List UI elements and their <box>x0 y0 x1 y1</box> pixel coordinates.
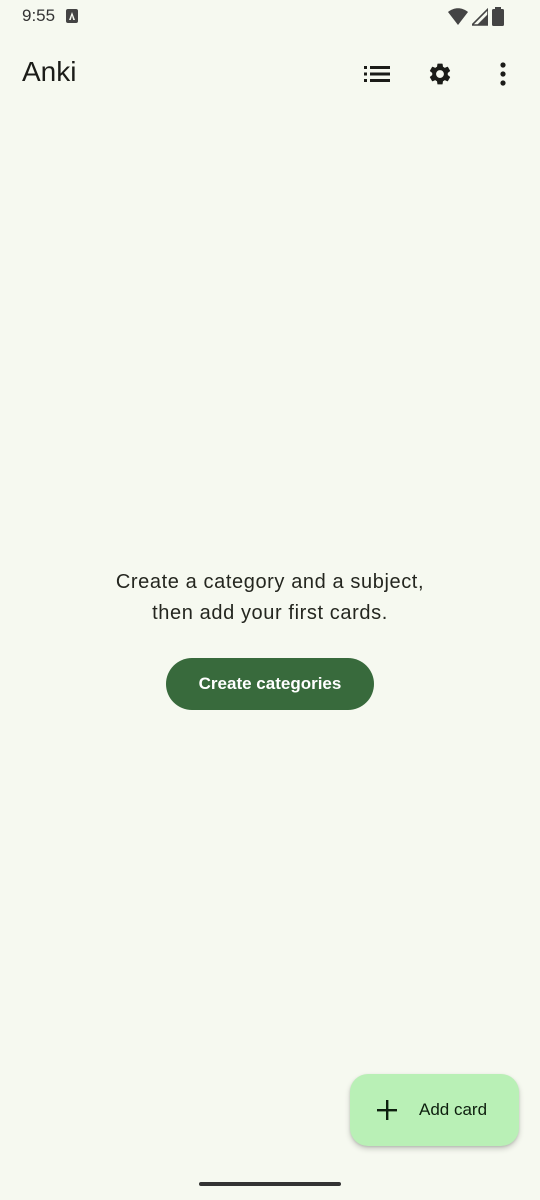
settings-gear-icon <box>429 63 451 85</box>
app-bar: Anki <box>0 40 540 110</box>
status-bar: 9:55 <box>0 0 540 34</box>
gesture-nav-handle[interactable] <box>199 1182 341 1186</box>
app-title: Anki <box>22 56 77 87</box>
more-vert-icon <box>500 62 506 86</box>
empty-state-line-2: then add your first cards. <box>152 602 388 624</box>
add-card-label: Add card <box>419 1100 488 1119</box>
create-categories-button[interactable]: Create categories <box>166 658 374 710</box>
empty-state-message: Create a category and a subject, then ad… <box>0 567 540 629</box>
a-notification-icon <box>66 9 78 23</box>
cell-signal-icon <box>472 7 488 26</box>
plus-icon <box>377 1100 397 1120</box>
settings-button[interactable] <box>418 52 462 96</box>
empty-state-line-1: Create a category and a subject, <box>115 571 425 593</box>
more-options-button[interactable] <box>481 52 525 96</box>
list-icon <box>364 66 390 82</box>
wifi-icon <box>448 7 468 25</box>
battery-icon <box>492 7 504 26</box>
status-time: 9:55 <box>22 6 56 25</box>
list-button[interactable] <box>355 52 399 96</box>
add-card-fab[interactable]: Add card <box>350 1074 519 1146</box>
status-icons <box>448 7 504 26</box>
